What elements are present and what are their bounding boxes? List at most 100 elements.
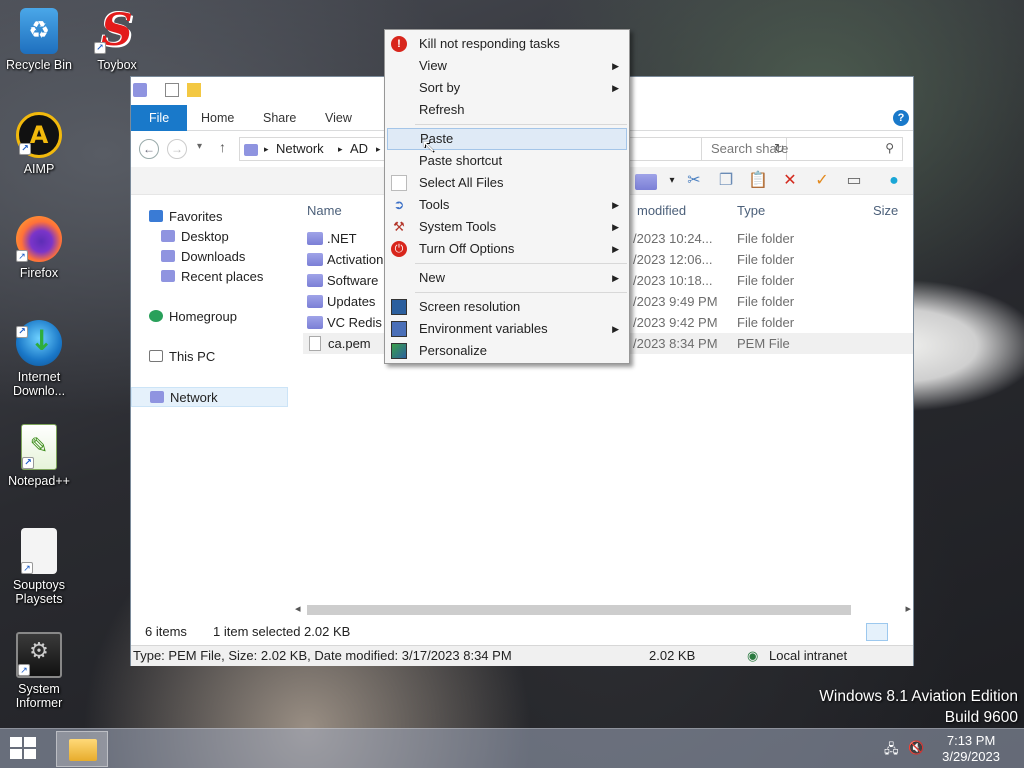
system-clock[interactable]: 7:13 PM 3/29/2023 xyxy=(942,733,1000,765)
submenu-arrow-icon: ▶ xyxy=(612,273,619,283)
file-date: /2023 10:18... xyxy=(633,273,713,288)
desktop-icon-toybox[interactable]: S ↗ Toybox xyxy=(78,8,156,72)
file-name: .NET xyxy=(307,228,357,249)
item-count: 6 items xyxy=(145,624,187,639)
nav-network[interactable]: Network xyxy=(131,387,288,407)
new-folder-icon[interactable] xyxy=(187,83,201,97)
globe-icon: ◉ xyxy=(747,648,759,663)
menu-item-system-tools[interactable]: ⚒ System Tools ▶ xyxy=(387,216,627,238)
network-tray-icon[interactable]: 🖧 xyxy=(884,740,899,762)
menu-item-turn-off-options[interactable]: ⏻ Turn Off Options ▶ xyxy=(387,238,627,260)
large-icons-view-button[interactable] xyxy=(889,623,911,641)
details-view-button[interactable] xyxy=(866,623,888,641)
menu-separator xyxy=(415,292,627,293)
menu-item-screen-resolution[interactable]: Screen resolution xyxy=(387,296,627,318)
file-name: VC Redis xyxy=(307,312,382,333)
nav-homegroup[interactable]: Homegroup xyxy=(149,307,237,327)
menu-item-personalize[interactable]: Personalize xyxy=(387,340,627,362)
menu-item-refresh[interactable]: Refresh xyxy=(387,99,627,121)
file-type: File folder xyxy=(737,231,795,246)
desktop-icon-label: AIMP xyxy=(23,162,55,176)
scrollbar-thumb[interactable] xyxy=(307,605,851,615)
windows-logo-icon xyxy=(10,737,22,747)
notepadpp-icon: ✎ ↗ xyxy=(21,424,57,470)
desktop-icon-system-informer[interactable]: ⚙ ↗ System Informer xyxy=(0,632,78,710)
close-icon[interactable]: ✕ xyxy=(886,79,899,99)
submenu-arrow-icon: ▶ xyxy=(612,61,619,71)
rename-icon[interactable]: ▭ xyxy=(843,170,865,192)
shortcut-arrow-icon: ↗ xyxy=(22,457,34,469)
nav-desktop[interactable]: Desktop xyxy=(161,227,229,247)
tab-share[interactable]: Share xyxy=(251,105,308,131)
globe-icon[interactable]: ● xyxy=(883,170,905,192)
network-icon xyxy=(150,391,164,403)
breadcrumb-separator: ▸ xyxy=(264,144,269,154)
clock-date: 3/29/2023 xyxy=(942,749,1000,764)
submenu-arrow-icon: ▶ xyxy=(612,83,619,93)
folder-icon xyxy=(307,316,323,329)
cut-icon[interactable]: ✂ xyxy=(683,170,705,192)
up-button[interactable]: ↑ xyxy=(219,139,226,155)
menu-separator xyxy=(415,263,627,264)
recent-locations-icon[interactable]: ▾ xyxy=(197,141,202,152)
properties-icon[interactable] xyxy=(165,83,179,97)
nav-this-pc[interactable]: This PC xyxy=(149,347,215,367)
column-header-type[interactable]: Type xyxy=(737,201,765,221)
checkmark-icon[interactable]: ✓ xyxy=(811,170,833,192)
breadcrumb-network[interactable]: Network xyxy=(276,141,324,156)
file-name: Software xyxy=(307,270,378,291)
tab-view[interactable]: View xyxy=(313,105,364,131)
menu-item-tools[interactable]: ➲ Tools ▶ xyxy=(387,194,627,216)
zone-label: Local intranet xyxy=(769,648,848,663)
menu-item-environment-variables[interactable]: Environment variables ▶ xyxy=(387,318,627,340)
forward-button[interactable]: → xyxy=(167,139,187,159)
desktop-icon-firefox[interactable]: ↗ Firefox xyxy=(0,216,78,280)
watermark-build: Build 9600 xyxy=(944,709,1018,726)
tab-home[interactable]: Home xyxy=(189,105,246,131)
copy-icon[interactable]: ❐ xyxy=(715,170,737,192)
search-placeholder: Search share xyxy=(711,141,789,156)
paste-icon[interactable]: 📋 xyxy=(747,170,769,192)
chevron-down-icon[interactable]: ▾ xyxy=(661,170,683,192)
desktop-icon-souptoys[interactable]: ↗ Souptoys Playsets xyxy=(0,528,78,606)
menu-item-new[interactable]: New ▶ xyxy=(387,267,627,289)
column-header-size[interactable]: Size xyxy=(873,201,898,221)
horizontal-scrollbar[interactable]: ◂ ▸ xyxy=(291,602,913,618)
mouse-cursor-icon: ↖ xyxy=(421,136,437,156)
start-button[interactable] xyxy=(10,737,38,761)
help-icon[interactable]: ? xyxy=(893,110,909,126)
taskbar-file-explorer[interactable] xyxy=(56,731,108,767)
menu-item-view[interactable]: View ▶ xyxy=(387,55,627,77)
aimp-icon: A ↗ xyxy=(16,112,62,158)
desktop-icon-label: Toybox xyxy=(97,58,137,72)
back-button[interactable]: ← xyxy=(139,139,159,159)
folder-icon[interactable] xyxy=(635,174,657,190)
nav-favorites[interactable]: Favorites xyxy=(149,207,222,227)
column-header-name[interactable]: Name xyxy=(307,201,342,221)
volume-muted-icon[interactable]: 🔇 xyxy=(908,740,924,756)
file-date: /2023 9:49 PM xyxy=(633,294,718,309)
breadcrumb-separator: ▸ xyxy=(376,144,381,154)
menu-item-kill-not-responding[interactable]: ! Kill not responding tasks xyxy=(387,33,627,55)
desktop-icon-recycle-bin[interactable]: ♻ Recycle Bin xyxy=(0,8,78,72)
breadcrumb-ad[interactable]: AD xyxy=(350,141,368,156)
tab-file[interactable]: File xyxy=(131,105,188,131)
desktop-icon-aimp[interactable]: A ↗ AIMP xyxy=(0,112,78,176)
menu-item-select-all-files[interactable]: Select All Files xyxy=(387,172,627,194)
scroll-left-icon[interactable]: ◂ xyxy=(295,602,301,615)
column-header-modified[interactable]: modified xyxy=(637,201,686,221)
search-input[interactable]: Search share ⚲ xyxy=(701,137,903,161)
desktop-icon-label: Souptoys Playsets xyxy=(12,578,66,606)
desktop-icon-idm[interactable]: ↓ ↗ Internet Downlo... xyxy=(0,320,78,398)
folder-icon xyxy=(307,295,323,308)
recycle-bin-icon: ♻ xyxy=(20,8,58,54)
customize-qat-icon[interactable]: ▾ xyxy=(207,83,221,97)
nav-downloads[interactable]: Downloads xyxy=(161,247,245,267)
file-name: Activation xyxy=(307,249,383,270)
scroll-right-icon[interactable]: ▸ xyxy=(905,602,911,615)
menu-item-sort-by[interactable]: Sort by ▶ xyxy=(387,77,627,99)
stop-icon: ! xyxy=(391,36,407,52)
desktop-icon-notepadpp[interactable]: ✎ ↗ Notepad++ xyxy=(0,424,78,488)
nav-recent-places[interactable]: Recent places xyxy=(161,267,263,287)
delete-icon[interactable]: ✕ xyxy=(779,170,801,192)
